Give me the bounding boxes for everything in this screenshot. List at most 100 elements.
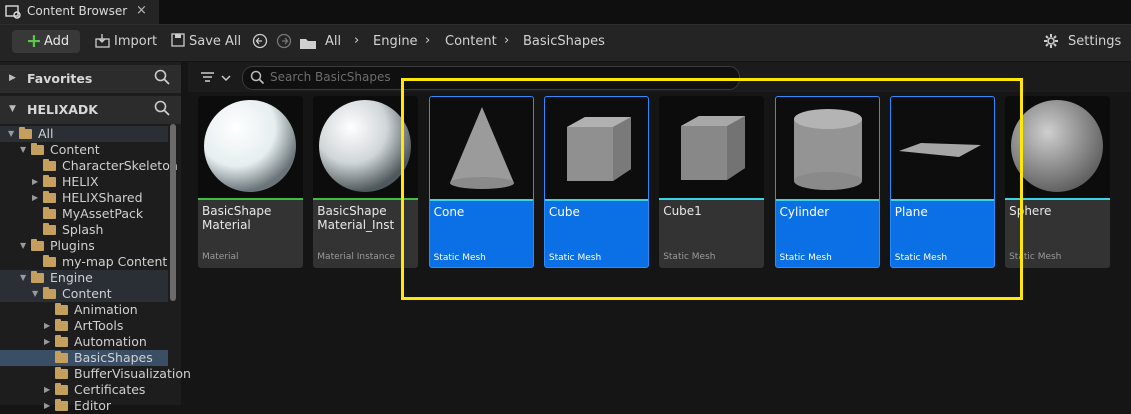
tree-item-label: Editor [74,398,111,413]
plus-icon: + [26,30,42,52]
tree-item-label: HELIXShared [62,190,143,205]
chevron-right-icon[interactable]: ▶ [44,337,50,346]
folder-icon [43,255,56,267]
chevron-down-icon[interactable]: ▼ [20,273,26,282]
folder-icon [55,383,68,395]
import-button[interactable]: Import [95,33,157,53]
chevron-right-icon[interactable]: ▶ [44,385,50,394]
folder-icon [55,335,68,347]
breadcrumb-engine[interactable]: Engine [373,34,418,49]
tab-bar [0,0,1131,24]
tab-title: Content Browser [27,4,128,18]
folder-icon [43,175,56,187]
folder-icon [55,351,68,363]
asset-name: BasicShape Material [202,204,272,232]
chevron-right-icon[interactable]: ▶ [44,401,50,410]
asset-name: Sphere [1009,204,1052,218]
asset-thumbnail [198,96,303,198]
tree-item-label: Content [50,142,100,157]
tree-item-label: CharacterSkeleton [62,158,178,173]
tree-item-label: Plugins [50,238,95,253]
breadcrumb-content[interactable]: Content [445,34,497,49]
tree-item-label: All [38,126,54,141]
asset-tile[interactable]: BasicShape Material Material [198,96,303,268]
folder-icon [55,367,68,379]
tree-item[interactable]: MyAssetPack [0,206,168,222]
tree-item[interactable]: ▶ Certificates [0,382,168,398]
back-button[interactable] [252,33,268,53]
folder-icon [55,303,68,315]
chevron-right-icon[interactable]: ▶ [32,177,38,186]
tree-item[interactable]: ▼ Engine [0,270,168,286]
asset-type-bar [198,198,303,200]
chevron-down-icon[interactable]: ▼ [20,241,26,250]
folder-icon[interactable] [299,35,317,54]
tree-item-label: MyAssetPack [62,206,144,221]
search-icon[interactable] [154,69,170,89]
chevron-down-icon[interactable]: ▼ [8,129,14,138]
chevron-right-icon[interactable]: ▶ [32,193,38,202]
folder-icon [31,271,44,283]
add-button[interactable]: + Add [12,30,80,53]
folder-icon [43,287,56,299]
folder-icon [19,127,32,139]
forward-button[interactable] [276,33,292,53]
folder-icon [43,223,56,235]
chevron-right-icon: › [354,33,360,48]
tree-item[interactable]: Splash [0,222,168,238]
breadcrumb-basicshapes[interactable]: BasicShapes [523,34,605,49]
asset-type: Material [202,252,239,262]
breadcrumb-all[interactable]: All [325,34,341,49]
close-icon[interactable]: × [136,3,147,18]
folder-icon [55,399,68,411]
tree-item-label: BasicShapes [74,350,153,365]
tree-item[interactable]: ▼ Plugins [0,238,168,254]
save-all-button[interactable]: Save All [171,33,241,52]
chevron-down-icon: ▼ [9,104,16,114]
chevron-right-icon: › [425,33,431,48]
tree-item-label: BufferVisualization [74,366,191,381]
tree-item[interactable]: BasicShapes [0,350,168,366]
folder-icon [43,207,56,219]
tree-item-label: Certificates [74,382,146,397]
forward-arrow-icon [276,33,292,49]
search-icon [250,70,265,89]
tree-item[interactable]: my-map Content [0,254,168,270]
project-header[interactable]: ▼ HELIXADK [0,96,181,124]
filter-button[interactable] [200,70,232,89]
tree-item[interactable]: ▶ ArtTools [0,318,168,334]
tree-item[interactable]: BufferVisualization [0,366,191,382]
tab-content-browser[interactable]: Content Browser × [0,0,159,24]
chevron-right-icon[interactable]: ▶ [44,321,50,330]
folder-icon [55,319,68,331]
chevron-down-icon[interactable]: ▼ [32,289,38,298]
asset-type: Material Instance [317,252,396,262]
favorites-header[interactable]: ▶ Favorites [0,65,181,93]
tree-item[interactable]: ▼ Content [0,142,168,158]
back-arrow-icon [252,33,268,49]
chevron-down-icon[interactable]: ▼ [20,145,26,154]
folder-icon [43,159,56,171]
folder-icon [31,143,44,155]
tree-item-label: Automation [74,334,147,349]
highlight-box [401,78,1023,300]
tree-item[interactable]: ▼ All [0,126,168,142]
folder-icon [31,239,44,251]
tree-item-label: HELIX [62,174,99,189]
search-icon[interactable] [154,100,170,120]
tree-item-label: ArtTools [74,318,124,333]
tree-item[interactable]: ▶ Automation [0,334,168,350]
tree-item[interactable]: ▶ Editor [0,398,168,414]
tree-item[interactable]: ▼ Content [0,286,168,302]
tree-item[interactable]: ▶ HELIX [0,174,168,190]
tree-item[interactable]: ▶ HELIXShared [0,190,168,206]
tree-item-label: Content [62,286,112,301]
gear-icon [1044,34,1058,48]
content-browser-icon [5,4,23,24]
chevron-right-icon: ▶ [9,73,16,83]
tree-item[interactable]: Animation [0,302,168,318]
chevron-right-icon: › [504,33,510,48]
settings-button[interactable]: Settings [1043,33,1121,53]
sidebar-scrollbar[interactable] [170,124,176,301]
tree-item[interactable]: CharacterSkeleton [0,158,178,174]
